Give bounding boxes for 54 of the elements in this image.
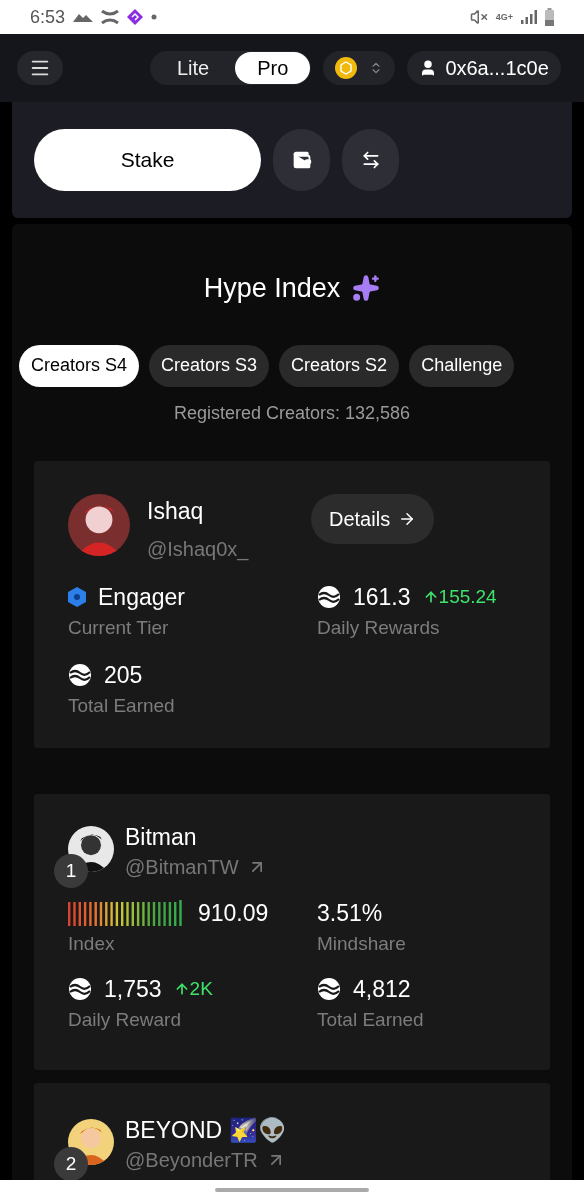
- total-earned-value: 4,812: [353, 974, 411, 1004]
- token-icon: [68, 977, 92, 1001]
- chain-selector[interactable]: [323, 51, 396, 85]
- section-title: Hype Index: [203, 272, 341, 305]
- creator-handle: @BeyonderTR: [125, 1148, 258, 1173]
- mindshare-value: 3.51%: [317, 898, 383, 928]
- signal-icon: [521, 10, 537, 24]
- index-value: 910.09: [198, 898, 269, 928]
- tier-hexagon-icon: [68, 587, 86, 607]
- coin-icon: [335, 57, 358, 79]
- cross-icon: [101, 10, 120, 24]
- sparkles-icon: [352, 274, 381, 303]
- stat-label: Total Earned: [68, 694, 176, 718]
- daily-rewards-value: 161.3: [353, 582, 411, 612]
- details-button[interactable]: Details: [311, 493, 435, 544]
- season-tab[interactable]: Creators S3: [149, 344, 270, 387]
- app-logo-icon: [127, 9, 144, 25]
- stat-label: Daily Rewards: [317, 616, 441, 640]
- menu-button[interactable]: [17, 51, 63, 85]
- token-icon: [317, 977, 341, 1001]
- stat-label: Current Tier: [68, 616, 170, 640]
- registered-count: Registered Creators: 132,586: [172, 401, 412, 425]
- creator-name: Bitman: [125, 823, 198, 852]
- creator-name: BEYOND 🌠👽: [125, 1116, 287, 1145]
- total-earned-value: 205: [104, 660, 143, 690]
- user-handle: @Ishaq0x_: [147, 537, 250, 563]
- network-label: 4G+: [495, 12, 513, 22]
- stat-label: Index: [68, 932, 116, 956]
- rank-badge: 1: [54, 854, 88, 888]
- battery-icon: [545, 8, 554, 26]
- season-tab[interactable]: Challenge: [409, 344, 515, 387]
- change-value: 155.24: [422, 582, 497, 612]
- account-button[interactable]: 0x6a...1c0e: [407, 51, 561, 85]
- token-icon: [317, 585, 341, 609]
- stat-label: Total Earned: [317, 1008, 425, 1032]
- status-time: 6:53: [30, 5, 66, 29]
- mountain-icon: [73, 12, 94, 22]
- season-tab[interactable]: Creators S4: [19, 344, 140, 387]
- mode-tab[interactable]: Lite: [151, 52, 236, 84]
- rank-badge: 2: [54, 1147, 88, 1180]
- creator-handle: @BitmanTW: [125, 855, 239, 880]
- tier-name: Engager: [98, 582, 185, 612]
- stake-button[interactable]: Stake: [34, 129, 261, 191]
- stat-label: Daily Reward: [68, 1008, 182, 1032]
- season-tab[interactable]: Creators S2: [279, 344, 400, 387]
- change-value: 2K: [173, 974, 213, 1004]
- wallet-icon: [291, 150, 312, 170]
- mode-tab[interactable]: Pro: [235, 52, 311, 84]
- token-icon: [68, 663, 92, 687]
- mute-icon: [469, 8, 488, 26]
- user-name: Ishaq: [147, 496, 205, 526]
- stat-label: Mindshare: [317, 932, 407, 956]
- daily-reward-value: 1,753: [104, 974, 162, 1004]
- dot-icon: [151, 14, 158, 20]
